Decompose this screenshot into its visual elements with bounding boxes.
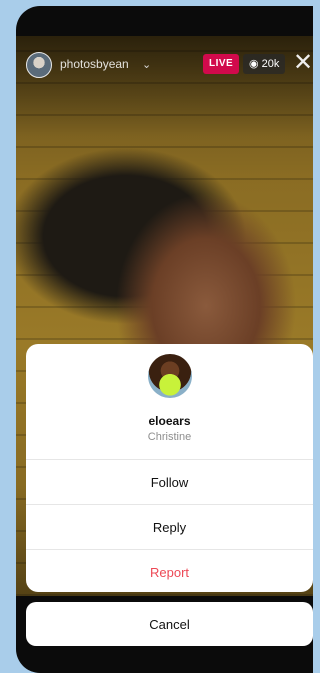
phone-frame: photosbyean ⌄ LIVE ◉ 20k ✕ eloears Chris…: [16, 6, 313, 673]
full-name: Christine: [147, 431, 192, 443]
report-button[interactable]: Report: [26, 549, 313, 592]
follow-button[interactable]: Follow: [26, 459, 313, 504]
chevron-down-icon[interactable]: ⌄: [142, 58, 151, 71]
close-icon[interactable]: ✕: [293, 51, 313, 75]
viewer-count-badge[interactable]: ◉ 20k: [243, 54, 286, 74]
live-header: photosbyean ⌄ LIVE ◉ 20k ✕: [16, 50, 313, 80]
host-avatar[interactable]: [26, 52, 52, 78]
action-sheet: eloears Christine Follow Reply Report: [26, 344, 313, 592]
viewer-count: 20k: [261, 58, 280, 70]
reply-button[interactable]: Reply: [26, 504, 313, 549]
cancel-button[interactable]: Cancel: [26, 602, 313, 646]
profile-header: eloears Christine: [26, 344, 313, 459]
eye-icon: ◉: [249, 58, 259, 70]
host-username[interactable]: photosbyean: [60, 57, 129, 71]
avatar: [148, 354, 192, 398]
username: eloears: [148, 414, 191, 428]
live-badge: LIVE: [203, 54, 240, 74]
